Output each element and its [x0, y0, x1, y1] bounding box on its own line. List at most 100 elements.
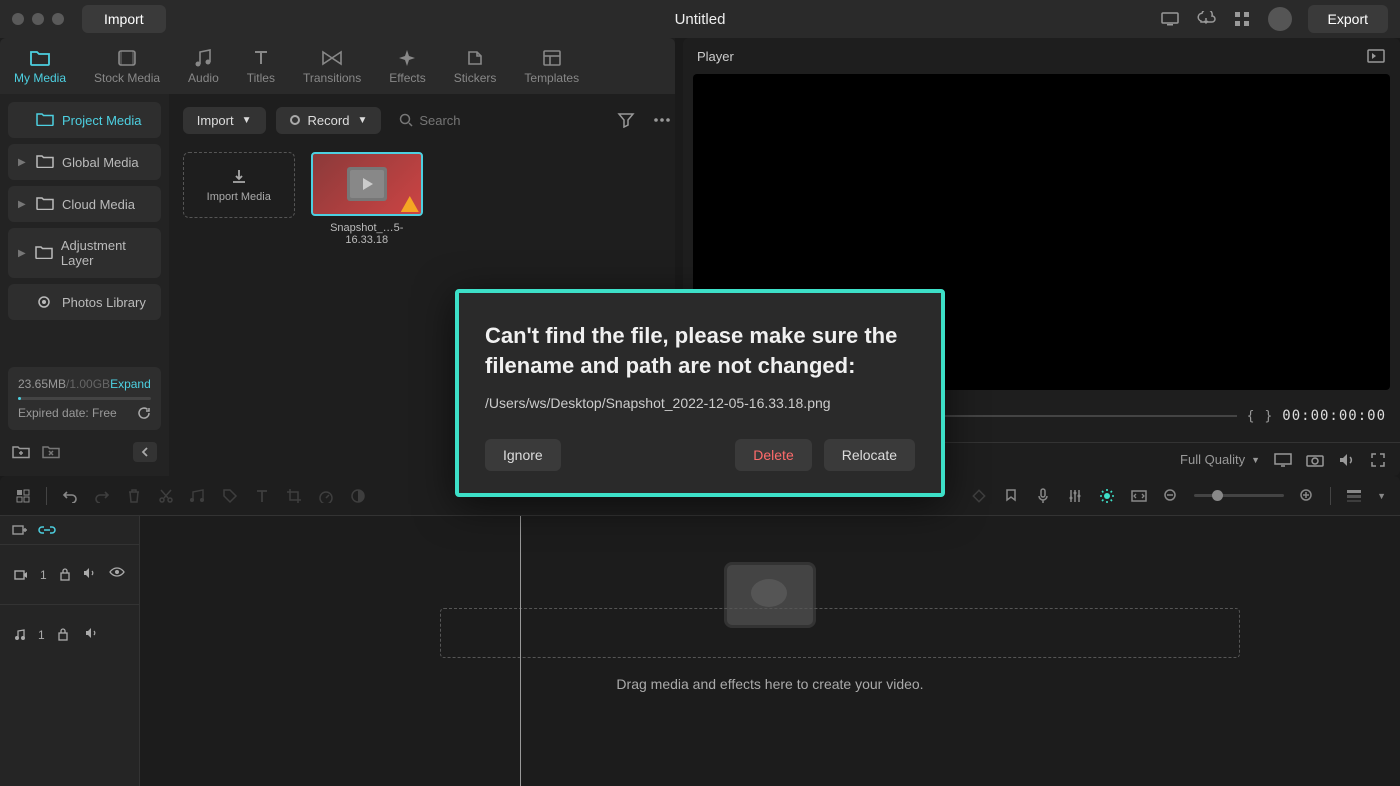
close-window-button[interactable]	[12, 13, 24, 25]
snapshot-icon[interactable]	[1306, 453, 1324, 467]
chevron-down-icon[interactable]: ▼	[1377, 491, 1386, 501]
track-number: 1	[38, 628, 45, 642]
more-icon[interactable]	[649, 114, 675, 126]
storage-panel: 23.65MB/1.00GB Expand Expired date: Free	[8, 367, 161, 430]
chevron-right-icon: ▶	[18, 157, 28, 168]
undo-icon[interactable]	[61, 487, 79, 505]
mark-in-icon[interactable]: {	[1247, 409, 1255, 424]
chevron-down-icon: ▼	[1251, 455, 1260, 465]
chevron-down-icon: ▼	[357, 115, 367, 126]
sidebar-item-label: Adjustment Layer	[61, 238, 151, 268]
sidebar-item-global-media[interactable]: ▶ Global Media	[8, 144, 161, 180]
mixer-icon[interactable]	[1066, 487, 1084, 505]
quality-dropdown[interactable]: Full Quality ▼	[1180, 452, 1260, 467]
folder-icon	[29, 47, 51, 69]
marker-icon[interactable]	[1002, 487, 1020, 505]
zoom-out-icon[interactable]	[1162, 487, 1180, 505]
player-settings-icon[interactable]	[1366, 48, 1386, 64]
tab-my-media[interactable]: My Media	[0, 38, 80, 94]
sidebar-item-adjustment-layer[interactable]: ▶ Adjustment Layer	[8, 228, 161, 278]
minimize-window-button[interactable]	[32, 13, 44, 25]
add-track-icon[interactable]	[12, 523, 28, 537]
refresh-icon[interactable]	[137, 406, 151, 420]
video-track-icon	[14, 569, 28, 581]
record-icon	[290, 115, 300, 125]
render-icon[interactable]	[1098, 487, 1116, 505]
tab-stock-media[interactable]: Stock Media	[80, 38, 174, 94]
storage-expiry: Expired date: Free	[18, 406, 117, 420]
volume-icon[interactable]	[1338, 452, 1356, 468]
relocate-button[interactable]: Relocate	[824, 439, 915, 471]
template-icon	[541, 47, 563, 69]
speed-icon	[317, 487, 335, 505]
filter-icon[interactable]	[613, 108, 639, 132]
delete-button[interactable]: Delete	[735, 439, 811, 471]
new-folder-icon[interactable]	[12, 444, 30, 460]
tab-label: Stickers	[454, 71, 497, 85]
record-dropdown[interactable]: Record ▼	[276, 107, 382, 134]
text-tool-icon	[253, 487, 271, 505]
sidebar-item-cloud-media[interactable]: ▶ Cloud Media	[8, 186, 161, 222]
maximize-window-button[interactable]	[52, 13, 64, 25]
device-icon[interactable]	[1160, 9, 1180, 29]
sidebar-item-label: Global Media	[62, 155, 139, 170]
chevron-down-icon: ▼	[242, 115, 252, 126]
folder-icon	[35, 245, 53, 261]
mute-icon[interactable]	[85, 627, 101, 643]
folder-x-icon[interactable]	[42, 444, 60, 460]
drop-zone[interactable]	[440, 608, 1240, 658]
tab-effects[interactable]: Effects	[375, 38, 439, 94]
search-input[interactable]	[419, 113, 595, 128]
cut-icon	[157, 487, 175, 505]
mute-icon[interactable]	[83, 567, 97, 583]
media-sidebar: Project Media ▶ Global Media ▶ Cloud Med…	[0, 94, 169, 476]
storage-bar	[18, 397, 151, 400]
tab-transitions[interactable]: Transitions	[289, 38, 375, 94]
sparkle-icon	[396, 47, 418, 69]
tab-titles[interactable]: Titles	[233, 38, 289, 94]
tab-stickers[interactable]: Stickers	[440, 38, 511, 94]
grid-icon[interactable]	[1232, 9, 1252, 29]
media-clip[interactable]: Snapshot_…5-16.33.18	[311, 152, 423, 246]
export-button[interactable]: Export	[1308, 5, 1388, 33]
transition-icon	[321, 47, 343, 69]
visibility-icon[interactable]	[109, 567, 125, 583]
zoom-handle[interactable]	[1212, 490, 1223, 501]
import-dropdown[interactable]: Import ▼	[183, 107, 266, 134]
music-icon	[192, 47, 214, 69]
sidebar-item-project-media[interactable]: Project Media	[8, 102, 161, 138]
scrub-bar[interactable]	[925, 415, 1237, 417]
tag-icon	[221, 487, 239, 505]
playhead[interactable]	[520, 516, 521, 786]
display-icon[interactable]	[1274, 453, 1292, 467]
timeline-canvas[interactable]: Drag media and effects here to create yo…	[140, 516, 1400, 786]
sidebar-item-photos-library[interactable]: Photos Library	[8, 284, 161, 320]
tab-label: Titles	[247, 71, 275, 85]
tab-templates[interactable]: Templates	[510, 38, 593, 94]
lock-icon[interactable]	[57, 627, 73, 643]
select-tool-icon[interactable]	[14, 487, 32, 505]
import-media-card[interactable]: Import Media	[183, 152, 295, 218]
mark-out-icon[interactable]: }	[1264, 409, 1272, 424]
audio-track-header[interactable]: 1	[0, 604, 139, 664]
cloud-download-icon[interactable]	[1196, 9, 1216, 29]
collapse-sidebar-button[interactable]	[133, 442, 157, 462]
ignore-button[interactable]: Ignore	[485, 439, 561, 471]
fullscreen-icon[interactable]	[1370, 452, 1386, 468]
expand-link[interactable]: Expand	[110, 377, 151, 391]
title-bar: Import Untitled Export	[0, 0, 1400, 38]
tab-audio[interactable]: Audio	[174, 38, 233, 94]
voiceover-icon[interactable]	[1034, 487, 1052, 505]
lock-icon[interactable]	[59, 567, 71, 583]
window-controls	[12, 13, 64, 25]
film-icon	[116, 47, 138, 69]
zoom-in-icon[interactable]	[1298, 487, 1316, 505]
zoom-slider[interactable]	[1194, 494, 1284, 497]
video-track-header[interactable]: 1	[0, 544, 139, 604]
zoom-fit-icon[interactable]	[1130, 487, 1148, 505]
link-icon[interactable]	[38, 525, 56, 535]
avatar[interactable]	[1268, 7, 1292, 31]
import-button[interactable]: Import	[82, 5, 166, 33]
tab-label: Stock Media	[94, 71, 160, 85]
track-view-icon[interactable]	[1345, 487, 1363, 505]
